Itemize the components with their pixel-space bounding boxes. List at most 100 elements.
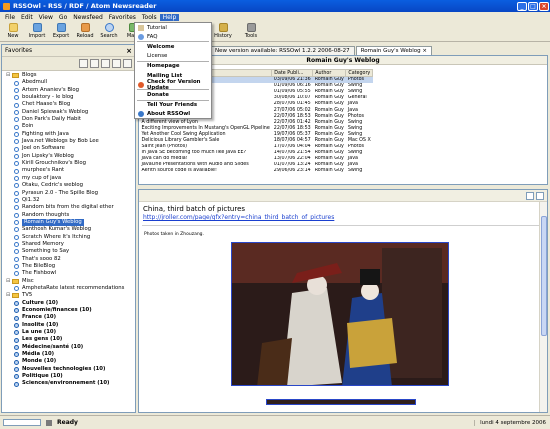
tree-item[interactable]: Médecine/santé (10) bbox=[6, 344, 135, 351]
tree-item[interactable]: La une (10) bbox=[6, 329, 135, 336]
tree-item[interactable]: Jon Lipsky's Weblog bbox=[6, 153, 135, 160]
tree-item[interactable]: Random bits from the digital ether bbox=[6, 204, 135, 211]
preview-scrollbar[interactable] bbox=[539, 202, 547, 412]
reload-button[interactable]: Reload bbox=[74, 22, 96, 39]
tree-item[interactable]: Otaku, Cedric's weblog bbox=[6, 182, 135, 189]
cell-date: 29/06/06 23:14 bbox=[273, 168, 311, 174]
tree-item[interactable]: The BileBlog bbox=[6, 263, 135, 270]
table-row[interactable]: Exciting Improvements In Mustang's OpenG… bbox=[140, 125, 373, 131]
tree-item[interactable]: The Fishbowl bbox=[6, 270, 135, 277]
menu-view[interactable]: View bbox=[36, 14, 56, 21]
favorites-close-icon[interactable]: × bbox=[126, 47, 132, 55]
feed-icon bbox=[14, 161, 19, 167]
menu-item-about[interactable]: About RSSOwl bbox=[135, 110, 211, 119]
export-button[interactable]: Export bbox=[50, 22, 72, 39]
minimize-icon[interactable]: _ bbox=[517, 1, 527, 11]
tree-item[interactable]: Economie/finances (10) bbox=[6, 307, 135, 314]
tree-item-label: The Fishbowl bbox=[22, 270, 57, 277]
menu-item-license[interactable]: License bbox=[135, 52, 211, 61]
menu-help[interactable]: Help bbox=[159, 13, 180, 21]
close-icon[interactable]: × bbox=[422, 48, 427, 54]
tree-category-blogs[interactable]: ⊟ Blogs bbox=[6, 72, 135, 79]
tree-item[interactable]: That's sooo 82 bbox=[6, 256, 135, 263]
menu-item-check-update[interactable]: Check for Version Update bbox=[135, 79, 211, 91]
tree-item[interactable]: Something to Say bbox=[6, 248, 135, 255]
tree-item[interactable]: Artem Ananiev's Blog bbox=[6, 87, 135, 94]
tree-item[interactable]: Monde (10) bbox=[6, 358, 135, 365]
tree-item[interactable]: Sciences/environnement (10) bbox=[6, 380, 135, 387]
scrollbar-thumb[interactable] bbox=[541, 216, 547, 336]
new-button[interactable]: New bbox=[2, 22, 24, 39]
tree-item[interactable]: Random thoughts bbox=[6, 212, 135, 219]
tree-item[interactable]: Abedmull bbox=[6, 79, 135, 86]
tree-item[interactable]: Don Park's Daily Habit bbox=[6, 116, 135, 123]
menu-file[interactable]: File bbox=[2, 14, 18, 21]
tree-item[interactable]: Daniel Spiewak's Weblog bbox=[6, 109, 135, 116]
tree-category-tv5[interactable]: ⊟ TV5 bbox=[6, 292, 135, 299]
col-category[interactable]: Category bbox=[345, 69, 374, 77]
menu-item-faq[interactable]: FAQ bbox=[135, 32, 211, 41]
maximize-icon[interactable]: □ bbox=[528, 1, 538, 11]
tree-item[interactable]: Pyrasun 2.0 - The Spille Blog bbox=[6, 190, 135, 197]
tree-item[interactable]: Scratch Where It's Itching bbox=[6, 234, 135, 241]
import-icon bbox=[32, 23, 42, 32]
menu-favorites[interactable]: Favorites bbox=[106, 14, 139, 21]
tree-item[interactable]: Chet Haase's Blog bbox=[6, 101, 135, 108]
table-row[interactable]: Aerith source code is available! 29/06/06… bbox=[140, 168, 373, 174]
menu-item-donate[interactable]: Donate bbox=[135, 90, 211, 99]
search-button[interactable]: Search bbox=[98, 22, 120, 39]
tree-item[interactable]: Les gens (10) bbox=[6, 336, 135, 343]
menu-newsfeed[interactable]: Newsfeed bbox=[70, 14, 106, 21]
menu-go[interactable]: Go bbox=[56, 14, 70, 21]
tree-item[interactable]: Nouvelles technologies (10) bbox=[6, 366, 135, 373]
tree-item[interactable]: Kirill Grouchnikov's Blog bbox=[6, 160, 135, 167]
tab-romain-guy-weblog[interactable]: Romain Guy's Weblog × bbox=[355, 46, 432, 55]
tools-button[interactable]: Tools bbox=[238, 22, 264, 39]
tree-item[interactable]: Shared Memory bbox=[6, 241, 135, 248]
feed-icon bbox=[14, 190, 19, 196]
menu-item-homepage[interactable]: Homepage bbox=[135, 62, 211, 71]
menu-edit[interactable]: Edit bbox=[18, 14, 36, 21]
import-button[interactable]: Import bbox=[26, 22, 48, 39]
preview-menu-icon[interactable] bbox=[536, 192, 544, 200]
tree-category-label: Misc bbox=[22, 277, 34, 284]
tree-item[interactable]: murphee's Rant bbox=[6, 167, 135, 174]
filter-icon[interactable] bbox=[112, 59, 121, 68]
menu-item-tell-friends[interactable]: Tell Your Friends bbox=[135, 101, 211, 110]
tree-item[interactable]: France (10) bbox=[6, 314, 135, 321]
tree-item[interactable]: Romain Guy's Weblog bbox=[6, 218, 135, 227]
sort-icon[interactable] bbox=[101, 59, 110, 68]
tree-item[interactable]: boulaktory - le blog bbox=[6, 94, 135, 101]
tree-item[interactable]: my cup of java bbox=[6, 175, 135, 182]
tree-item[interactable]: Santhosh Kumar's Weblog bbox=[6, 226, 135, 233]
tree-item[interactable]: Java.net Weblogs by Bob Lee bbox=[6, 138, 135, 145]
menu-item-welcome[interactable]: Welcome bbox=[135, 42, 211, 51]
menu-item-tutorial[interactable]: Tutorial bbox=[135, 23, 211, 32]
col-author[interactable]: Author bbox=[312, 69, 347, 77]
view-menu-icon[interactable] bbox=[123, 59, 132, 68]
link-with-display-icon[interactable] bbox=[90, 59, 99, 68]
tree-category-misc[interactable]: ⊟ Misc bbox=[6, 278, 135, 285]
menu-tools[interactable]: Tools bbox=[139, 14, 160, 21]
tree-item-label: That's sooo 82 bbox=[22, 255, 61, 262]
tree-item[interactable]: Culture (10) bbox=[6, 300, 135, 307]
collapse-all-icon[interactable] bbox=[79, 59, 88, 68]
tree-item[interactable]: Média (10) bbox=[6, 351, 135, 358]
tree-item[interactable]: AmphetaRate latest recommendations bbox=[6, 285, 135, 292]
feed-icon bbox=[14, 124, 19, 130]
tree-item[interactable]: Qi1.32 bbox=[6, 197, 135, 204]
close-icon[interactable]: × bbox=[539, 1, 549, 11]
tree-item[interactable]: Politique (10) bbox=[6, 373, 135, 380]
feed-icon bbox=[14, 234, 19, 240]
tools-icon bbox=[246, 23, 256, 32]
preview-options-icon[interactable] bbox=[526, 192, 534, 200]
tree-item[interactable]: Joel on Software bbox=[6, 145, 135, 152]
preview-link[interactable]: http://jroller.com/page/gfx?entry=china_… bbox=[139, 213, 547, 222]
tab-new-version[interactable]: New version available: RSSOwl 1.2.2 2006… bbox=[210, 46, 355, 55]
tree-item[interactable]: Insolite (10) bbox=[6, 322, 135, 329]
history-button[interactable]: History bbox=[210, 22, 236, 39]
tree-item[interactable]: Fighting with Java bbox=[6, 131, 135, 138]
col-date[interactable]: Date Publi... bbox=[271, 69, 314, 77]
feed-icon bbox=[14, 117, 19, 123]
tree-item[interactable]: Eoin bbox=[6, 123, 135, 130]
